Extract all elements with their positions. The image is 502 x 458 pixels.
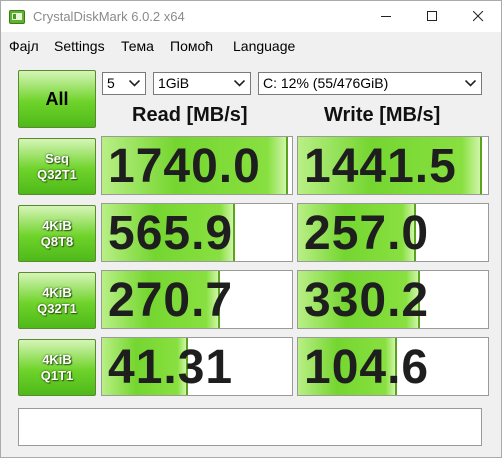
test-label-line2: Q8T8 — [40, 234, 74, 249]
test-label-line1: Seq — [45, 151, 69, 166]
write-column-header: Write [MB/s] — [324, 104, 441, 126]
comment-field[interactable] — [18, 408, 482, 446]
test-button-4kib-q1t1[interactable]: 4KiB Q1T1 — [18, 339, 96, 396]
test-button-4kib-q8t8[interactable]: 4KiB Q8T8 — [18, 205, 96, 262]
write-result-value: 330.2 — [304, 274, 430, 327]
write-result-value: 1441.5 — [304, 140, 457, 193]
write-result-cell: 104.6 — [297, 337, 489, 396]
read-result-cell: 1740.0 — [101, 136, 293, 195]
read-result-cell: 41.31 — [101, 337, 293, 396]
run-all-button[interactable]: All — [18, 70, 96, 128]
test-size-value: 1GiB — [158, 75, 190, 91]
menu-theme[interactable]: Тема — [121, 38, 154, 54]
chevron-down-icon — [234, 80, 245, 87]
test-label-line1: 4KiB — [42, 352, 72, 367]
test-count-select[interactable]: 5 — [102, 72, 146, 95]
read-result-value: 270.7 — [108, 274, 234, 327]
test-button-seq-q32t1[interactable]: Seq Q32T1 — [18, 138, 96, 195]
test-label-line2: Q32T1 — [37, 301, 77, 316]
write-result-value: 104.6 — [304, 341, 430, 394]
app-window: CrystalDiskMark 6.0.2 x64 Фајл Settings … — [0, 0, 502, 458]
maximize-icon — [427, 11, 437, 21]
chevron-down-icon — [465, 80, 476, 87]
close-icon — [473, 11, 484, 22]
drive-select[interactable]: C: 12% (55/476GiB) — [258, 72, 482, 95]
minimize-button[interactable] — [363, 1, 409, 32]
test-label-line1: 4KiB — [42, 285, 72, 300]
menu-file[interactable]: Фајл — [9, 38, 39, 54]
test-count-value: 5 — [107, 75, 115, 91]
minimize-icon — [381, 16, 391, 17]
write-result-cell: 257.0 — [297, 203, 489, 262]
close-button[interactable] — [455, 1, 501, 32]
app-icon — [9, 9, 25, 25]
test-button-4kib-q32t1[interactable]: 4KiB Q32T1 — [18, 272, 96, 329]
menu-language[interactable]: Language — [233, 38, 295, 54]
write-result-value: 257.0 — [304, 207, 430, 260]
test-label-line1: 4KiB — [42, 218, 72, 233]
window-title: CrystalDiskMark 6.0.2 x64 — [33, 9, 185, 24]
write-result-cell: 330.2 — [297, 270, 489, 329]
test-size-select[interactable]: 1GiB — [153, 72, 251, 95]
read-result-value: 565.9 — [108, 207, 234, 260]
title-bar: CrystalDiskMark 6.0.2 x64 — [1, 1, 501, 32]
maximize-button[interactable] — [409, 1, 455, 32]
menu-help[interactable]: Помоћ — [170, 38, 213, 54]
read-result-cell: 270.7 — [101, 270, 293, 329]
test-label-line2: Q32T1 — [37, 167, 77, 182]
read-column-header: Read [MB/s] — [132, 104, 248, 126]
drive-value: C: 12% (55/476GiB) — [263, 75, 389, 91]
menu-settings[interactable]: Settings — [54, 38, 105, 54]
read-result-cell: 565.9 — [101, 203, 293, 262]
chevron-down-icon — [129, 80, 140, 87]
menu-bar: Фајл Settings Тема Помоћ Language — [1, 32, 501, 58]
read-result-value: 41.31 — [108, 341, 234, 394]
test-label-line2: Q1T1 — [40, 368, 74, 383]
write-result-cell: 1441.5 — [297, 136, 489, 195]
read-result-value: 1740.0 — [108, 140, 261, 193]
